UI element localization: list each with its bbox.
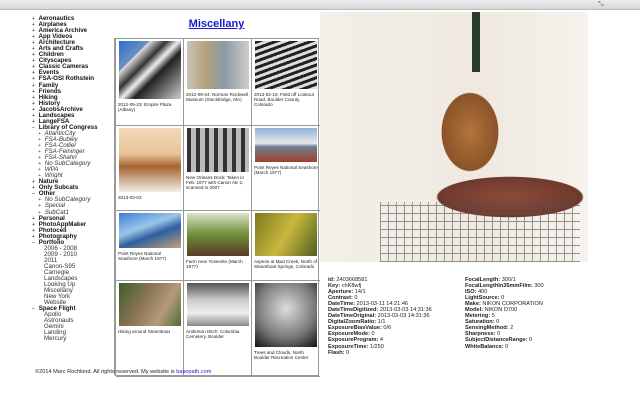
window-titlebar: ⤡	[0, 0, 640, 10]
collapse-icon[interactable]: −	[32, 306, 37, 312]
category-tree: + Aeronautics + Airplanes + America Archiv…	[32, 15, 116, 343]
collapse-icon[interactable]: −	[32, 240, 37, 246]
thumbnail-caption: Hiking around Steamboat	[118, 329, 170, 334]
exif-row: WhiteBalance: 0	[465, 344, 602, 350]
thumbnail-cell[interactable]: 2012-09-24: Norman Rockwell Museum (Stoc…	[184, 39, 252, 126]
thumbnail-cell[interactable]: Trees and Clouds, North Boulder Recreati…	[252, 281, 320, 377]
thumbnail-image[interactable]	[186, 213, 249, 256]
resize-icon[interactable]: ⤡	[598, 1, 606, 9]
exif-row: Flash: 0	[328, 350, 465, 356]
thumbnail-cell[interactable]: 2013-03-03	[116, 126, 184, 211]
thumbnail-caption: Point Reyes National Seashore (March 197…	[118, 251, 167, 262]
thumbnail-cell[interactable]: Aspens at Mad Creek, North of Steamboat …	[252, 211, 320, 281]
thumbnail-caption: Point Reyes National Seashore (March 197…	[254, 165, 318, 176]
exif-value: 0	[346, 349, 350, 356]
thumbnail-cell[interactable]: New Orleans Dock: Taken in Feb. 1977 wit…	[184, 126, 252, 211]
exif-value: 0	[529, 337, 533, 344]
website-link[interactable]: basepath.com	[176, 369, 211, 375]
sidebar-item[interactable]: Mercury	[32, 336, 116, 342]
thumbnail-image[interactable]	[255, 128, 317, 162]
sidebar-item-label: Mercury	[44, 335, 67, 343]
thumbnail-cell[interactable]: 2012-09-23: Empire Plaza (Albany)	[116, 39, 184, 126]
thumbnail-caption: Anderson Ditch: Columbia Cemetery, Bould…	[186, 329, 240, 340]
thumbnail-image[interactable]	[118, 283, 181, 326]
thumbnail-image[interactable]	[186, 283, 249, 326]
thumbnail-caption: Aspens at Mad Creek, North of Steamboat …	[254, 259, 318, 270]
exif-key: WhiteBalance	[465, 343, 502, 350]
thumbnail-cell[interactable]: 2013-02-15: Field off Lookout Road, Boul…	[252, 39, 320, 126]
thumbnail-cell[interactable]: Anderson Ditch: Columbia Cemetery, Bould…	[184, 281, 252, 377]
thumbnail-caption: 2013-03-03	[118, 195, 142, 200]
exif-value: 2	[510, 325, 514, 332]
exif-key: Flash	[328, 349, 343, 356]
thumbnail-image[interactable]	[255, 41, 317, 89]
exif-column-right: FocalLength: 300/1 FocalLengthIn35mmFilm:…	[465, 277, 602, 356]
thumbnail-image[interactable]	[186, 41, 249, 89]
thumbnail-image[interactable]	[118, 128, 181, 192]
collapse-icon[interactable]: −	[32, 191, 37, 197]
thumbnail-grid: 2012-09-23: Empire Plaza (Albany) 2012-09…	[115, 38, 320, 377]
selected-photo	[320, 12, 588, 262]
gallery-title-link[interactable]: Miscellany	[115, 18, 318, 30]
exif-value: 1/250	[369, 343, 384, 350]
thumbnail-caption: 2012-09-23: Empire Plaza (Albany)	[118, 102, 172, 113]
thumbnail-caption: New Orleans Dock: Taken in Feb. 1977 wit…	[186, 175, 244, 191]
footer: ©2014 Marc Rochkind. All rights reserved…	[35, 369, 211, 375]
collapse-icon[interactable]: −	[32, 125, 37, 131]
thumbnail-cell[interactable]: Hiking around Steamboat	[116, 281, 184, 377]
thumbnail-image[interactable]	[255, 213, 317, 256]
thumbnail-caption: Farm near Yosemite (March 1977)	[186, 259, 243, 270]
thumbnail-cell[interactable]: Point Reyes National Seashore (March 197…	[252, 126, 320, 211]
thumbnail-image[interactable]	[118, 213, 181, 248]
thumbnail-caption: 2012-09-24: Norman Rockwell Museum (Stoc…	[186, 92, 249, 103]
thumbnail-image[interactable]	[255, 283, 317, 347]
exif-value: 0	[505, 343, 509, 350]
thumbnail-caption: 2013-02-15: Field off Lookout Road, Boul…	[254, 92, 314, 108]
thumbnail-image[interactable]	[186, 128, 249, 172]
thumbnail-image[interactable]	[118, 41, 181, 99]
footer-text: ©2014 Marc Rochkind. All rights reserved…	[35, 369, 177, 375]
exif-column-left: id: 2403668581 Key: chK8wfj Aperture: 14/1…	[328, 277, 465, 356]
exif-value: 0/6	[383, 325, 392, 332]
thumbnail-cell[interactable]: Farm near Yosemite (March 1977)	[184, 211, 252, 281]
exif-panel: id: 2403668581 Key: chK8wfj Aperture: 14/1…	[328, 277, 602, 356]
exif-value: 300	[534, 283, 544, 290]
thumbnail-caption: Trees and Clouds, North Boulder Recreati…	[254, 350, 309, 361]
thumbnail-cell[interactable]: Point Reyes National Seashore (March 197…	[116, 211, 184, 281]
